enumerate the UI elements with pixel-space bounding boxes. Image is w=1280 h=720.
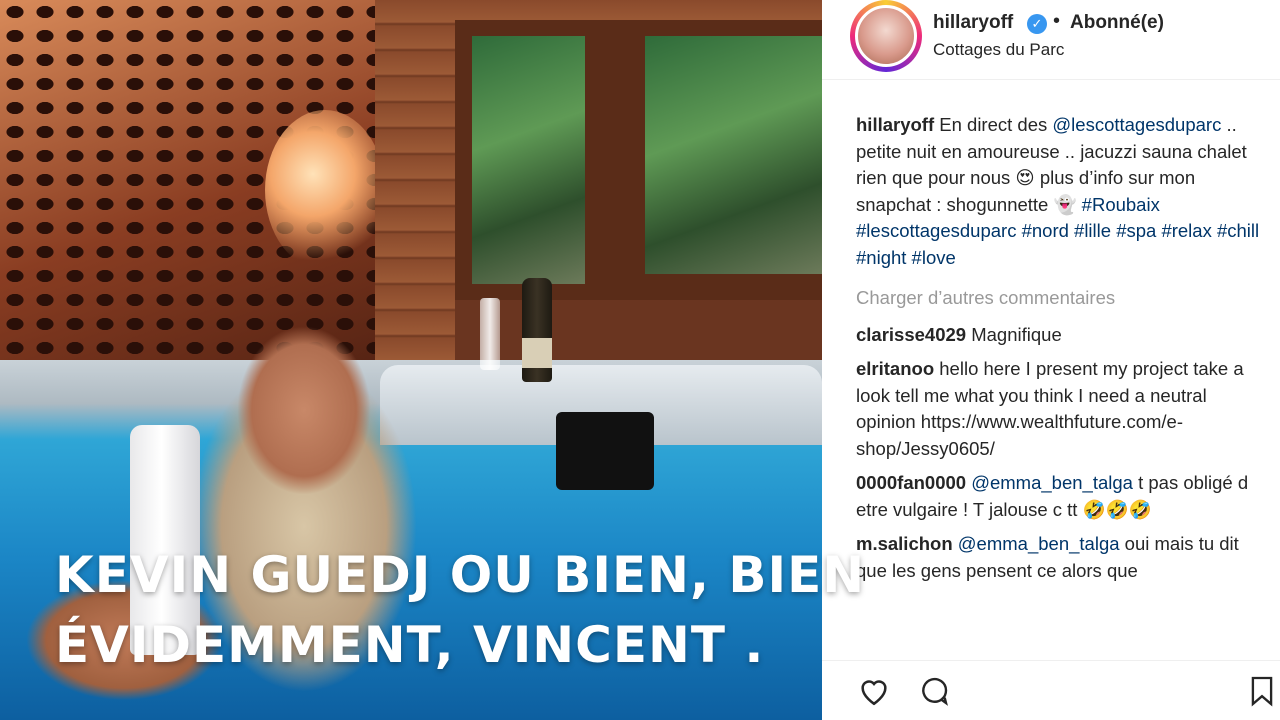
comment-username[interactable]: clarisse4029	[856, 324, 966, 345]
video-caption: KEVIN GUEDJ OU BIEN, BIEN ÉVIDEMMENT, VI…	[55, 540, 925, 680]
avatar[interactable]	[855, 5, 917, 67]
verified-badge-icon: ✓	[1027, 14, 1047, 34]
comment-mention[interactable]: @emma_ben_talga	[958, 533, 1120, 554]
comment-username[interactable]: elritanoo	[856, 358, 934, 379]
header-username[interactable]: hillaryoff	[933, 12, 1013, 34]
champagne-flute-back	[480, 298, 500, 370]
comment-text: Magnifique	[966, 323, 1062, 345]
window-pane-left	[472, 36, 585, 284]
wall-lamp	[265, 110, 385, 270]
bottle-label	[522, 338, 552, 368]
caption-line-1: KEVIN GUEDJ OU BIEN, BIEN	[55, 546, 866, 604]
story-ring[interactable]	[850, 0, 922, 72]
window-pane-right	[645, 36, 822, 274]
caption-mention[interactable]: @lescottagesduparc	[1052, 114, 1221, 135]
caption-text-1: En direct des	[934, 114, 1053, 135]
comment-item: elritanoo hello here I present my projec…	[856, 356, 1261, 462]
load-more-comments-button[interactable]: Charger d’autres commentaires	[856, 285, 1261, 312]
location-link[interactable]: Cottages du Parc	[933, 40, 1064, 60]
post-header: hillaryoff ✓ • Abonné(e) Cottages du Par…	[822, 0, 1280, 80]
caption-username[interactable]: hillaryoff	[856, 114, 934, 135]
header-separator: •	[1053, 10, 1061, 32]
comment-item: clarisse4029 Magnifique	[856, 322, 1261, 349]
bookmark-icon[interactable]	[1242, 671, 1280, 711]
comment-mention[interactable]: @emma_ben_talga	[971, 472, 1133, 493]
jacuzzi-headrest	[556, 412, 654, 490]
caption-line-2: ÉVIDEMMENT, VINCENT .	[55, 616, 765, 674]
comment-item: 0000fan0000 @emma_ben_talga t pas obligé…	[856, 470, 1261, 523]
post-caption: hillaryoff En direct des @lescottagesdup…	[856, 112, 1261, 271]
comment-username[interactable]: 0000fan0000	[856, 472, 966, 493]
follow-status-button[interactable]: Abonné(e)	[1070, 12, 1164, 34]
